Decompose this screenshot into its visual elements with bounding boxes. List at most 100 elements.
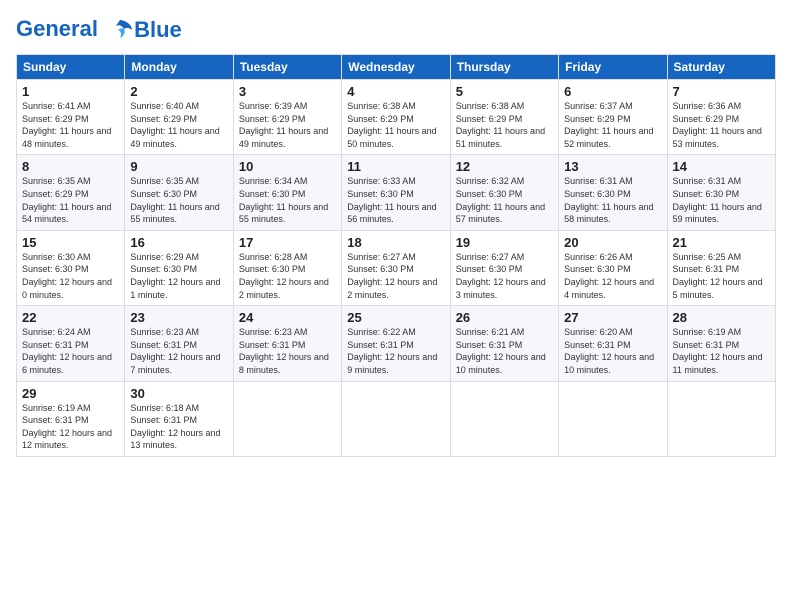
calendar-cell: 27Sunrise: 6:20 AMSunset: 6:31 PMDayligh… <box>559 306 667 381</box>
calendar-cell: 17 Sunrise: 6:28 AMSunset: 6:30 PMDayligh… <box>233 230 341 305</box>
calendar-cell: 1 Sunrise: 6:41 AMSunset: 6:29 PMDaylight… <box>17 80 125 155</box>
day-number: 17 <box>239 235 336 250</box>
calendar-cell: 5Sunrise: 6:38 AMSunset: 6:29 PMDaylight… <box>450 80 558 155</box>
calendar-cell: 25Sunrise: 6:22 AMSunset: 6:31 PMDayligh… <box>342 306 450 381</box>
day-number: 8 <box>22 159 119 174</box>
calendar-cell <box>450 381 558 456</box>
calendar-day-header: Monday <box>125 55 233 80</box>
calendar-cell: 11 Sunrise: 6:33 AMSunset: 6:30 PMDayligh… <box>342 155 450 230</box>
calendar-day-header: Friday <box>559 55 667 80</box>
calendar-day-header: Saturday <box>667 55 775 80</box>
calendar-week-row: 22 Sunrise: 6:24 AMSunset: 6:31 PMDayligh… <box>17 306 776 381</box>
calendar-day-header: Thursday <box>450 55 558 80</box>
calendar-cell: 23 Sunrise: 6:23 AMSunset: 6:31 PMDayligh… <box>125 306 233 381</box>
day-number: 25 <box>347 310 444 325</box>
calendar-cell: 10 Sunrise: 6:34 AMSunset: 6:30 PMDayligh… <box>233 155 341 230</box>
calendar-cell <box>667 381 775 456</box>
day-number: 27 <box>564 310 661 325</box>
day-number: 3 <box>239 84 336 99</box>
calendar-cell: 29 Sunrise: 6:19 AMSunset: 6:31 PMDayligh… <box>17 381 125 456</box>
calendar-cell: 21 Sunrise: 6:25 AMSunset: 6:31 PMDayligh… <box>667 230 775 305</box>
day-number: 7 <box>673 84 770 99</box>
cell-sunrise: Sunrise: 6:30 AMSunset: 6:30 PMDaylight:… <box>22 252 112 300</box>
calendar-cell: 3 Sunrise: 6:39 AMSunset: 6:29 PMDaylight… <box>233 80 341 155</box>
day-number: 18 <box>347 235 444 250</box>
cell-sunrise: Sunrise: 6:39 AMSunset: 6:29 PMDaylight:… <box>239 101 328 149</box>
cell-sunrise: Sunrise: 6:41 AMSunset: 6:29 PMDaylight:… <box>22 101 111 149</box>
day-number: 10 <box>239 159 336 174</box>
calendar-cell: 13Sunrise: 6:31 AMSunset: 6:30 PMDayligh… <box>559 155 667 230</box>
main-container: General Blue SundayMondayTuesdayWednesda… <box>0 0 792 465</box>
day-number: 6 <box>564 84 661 99</box>
cell-sunrise: Sunrise: 6:34 AMSunset: 6:30 PMDaylight:… <box>239 176 328 224</box>
day-number: 2 <box>130 84 227 99</box>
calendar-cell <box>233 381 341 456</box>
day-number: 30 <box>130 386 227 401</box>
calendar-cell: 9 Sunrise: 6:35 AMSunset: 6:30 PMDaylight… <box>125 155 233 230</box>
day-number: 11 <box>347 159 444 174</box>
calendar-table: SundayMondayTuesdayWednesdayThursdayFrid… <box>16 54 776 457</box>
calendar-week-row: 1 Sunrise: 6:41 AMSunset: 6:29 PMDaylight… <box>17 80 776 155</box>
day-number: 20 <box>564 235 661 250</box>
calendar-cell: 4Sunrise: 6:38 AMSunset: 6:29 PMDaylight… <box>342 80 450 155</box>
calendar-cell: 30 Sunrise: 6:18 AMSunset: 6:31 PMDayligh… <box>125 381 233 456</box>
cell-sunrise: Sunrise: 6:35 AMSunset: 6:30 PMDaylight:… <box>130 176 219 224</box>
calendar-cell <box>559 381 667 456</box>
calendar-cell: 28 Sunrise: 6:19 AMSunset: 6:31 PMDayligh… <box>667 306 775 381</box>
cell-sunrise: Sunrise: 6:26 AMSunset: 6:30 PMDaylight:… <box>564 252 654 300</box>
logo: General Blue <box>16 16 182 44</box>
cell-sunrise: Sunrise: 6:31 AMSunset: 6:30 PMDaylight:… <box>673 176 762 224</box>
day-number: 12 <box>456 159 553 174</box>
logo-blue: Blue <box>134 18 182 42</box>
day-number: 24 <box>239 310 336 325</box>
day-number: 14 <box>673 159 770 174</box>
cell-sunrise: Sunrise: 6:23 AMSunset: 6:31 PMDaylight:… <box>239 327 329 375</box>
calendar-week-row: 29 Sunrise: 6:19 AMSunset: 6:31 PMDayligh… <box>17 381 776 456</box>
day-number: 29 <box>22 386 119 401</box>
day-number: 16 <box>130 235 227 250</box>
cell-sunrise: Sunrise: 6:21 AMSunset: 6:31 PMDaylight:… <box>456 327 546 375</box>
day-number: 21 <box>673 235 770 250</box>
day-number: 13 <box>564 159 661 174</box>
cell-sunrise: Sunrise: 6:38 AMSunset: 6:29 PMDaylight:… <box>347 101 436 149</box>
page-header: General Blue <box>16 16 776 44</box>
cell-sunrise: Sunrise: 6:28 AMSunset: 6:30 PMDaylight:… <box>239 252 329 300</box>
calendar-cell: 2Sunrise: 6:40 AMSunset: 6:29 PMDaylight… <box>125 80 233 155</box>
day-number: 1 <box>22 84 119 99</box>
calendar-cell: 14 Sunrise: 6:31 AMSunset: 6:30 PMDayligh… <box>667 155 775 230</box>
cell-sunrise: Sunrise: 6:33 AMSunset: 6:30 PMDaylight:… <box>347 176 436 224</box>
calendar-day-header: Sunday <box>17 55 125 80</box>
day-number: 22 <box>22 310 119 325</box>
day-number: 26 <box>456 310 553 325</box>
cell-sunrise: Sunrise: 6:19 AMSunset: 6:31 PMDaylight:… <box>22 403 112 451</box>
calendar-week-row: 15 Sunrise: 6:30 AMSunset: 6:30 PMDayligh… <box>17 230 776 305</box>
cell-sunrise: Sunrise: 6:37 AMSunset: 6:29 PMDaylight:… <box>564 101 653 149</box>
calendar-cell: 26 Sunrise: 6:21 AMSunset: 6:31 PMDayligh… <box>450 306 558 381</box>
cell-sunrise: Sunrise: 6:19 AMSunset: 6:31 PMDaylight:… <box>673 327 763 375</box>
cell-sunrise: Sunrise: 6:24 AMSunset: 6:31 PMDaylight:… <box>22 327 112 375</box>
day-number: 15 <box>22 235 119 250</box>
logo-general: General <box>16 16 98 41</box>
calendar-cell: 19Sunrise: 6:27 AMSunset: 6:30 PMDayligh… <box>450 230 558 305</box>
day-number: 9 <box>130 159 227 174</box>
logo-bird-icon <box>106 16 134 44</box>
calendar-day-header: Wednesday <box>342 55 450 80</box>
calendar-cell: 24 Sunrise: 6:23 AMSunset: 6:31 PMDayligh… <box>233 306 341 381</box>
calendar-cell: 15 Sunrise: 6:30 AMSunset: 6:30 PMDayligh… <box>17 230 125 305</box>
cell-sunrise: Sunrise: 6:35 AMSunset: 6:29 PMDaylight:… <box>22 176 111 224</box>
cell-sunrise: Sunrise: 6:25 AMSunset: 6:31 PMDaylight:… <box>673 252 763 300</box>
cell-sunrise: Sunrise: 6:23 AMSunset: 6:31 PMDaylight:… <box>130 327 220 375</box>
calendar-cell: 22 Sunrise: 6:24 AMSunset: 6:31 PMDayligh… <box>17 306 125 381</box>
day-number: 19 <box>456 235 553 250</box>
calendar-cell: 20 Sunrise: 6:26 AMSunset: 6:30 PMDayligh… <box>559 230 667 305</box>
cell-sunrise: Sunrise: 6:18 AMSunset: 6:31 PMDaylight:… <box>130 403 220 451</box>
calendar-cell: 7Sunrise: 6:36 AMSunset: 6:29 PMDaylight… <box>667 80 775 155</box>
day-number: 23 <box>130 310 227 325</box>
day-number: 28 <box>673 310 770 325</box>
day-number: 5 <box>456 84 553 99</box>
calendar-week-row: 8 Sunrise: 6:35 AMSunset: 6:29 PMDaylight… <box>17 155 776 230</box>
cell-sunrise: Sunrise: 6:29 AMSunset: 6:30 PMDaylight:… <box>130 252 220 300</box>
calendar-header-row: SundayMondayTuesdayWednesdayThursdayFrid… <box>17 55 776 80</box>
cell-sunrise: Sunrise: 6:32 AMSunset: 6:30 PMDaylight:… <box>456 176 545 224</box>
cell-sunrise: Sunrise: 6:27 AMSunset: 6:30 PMDaylight:… <box>347 252 437 300</box>
